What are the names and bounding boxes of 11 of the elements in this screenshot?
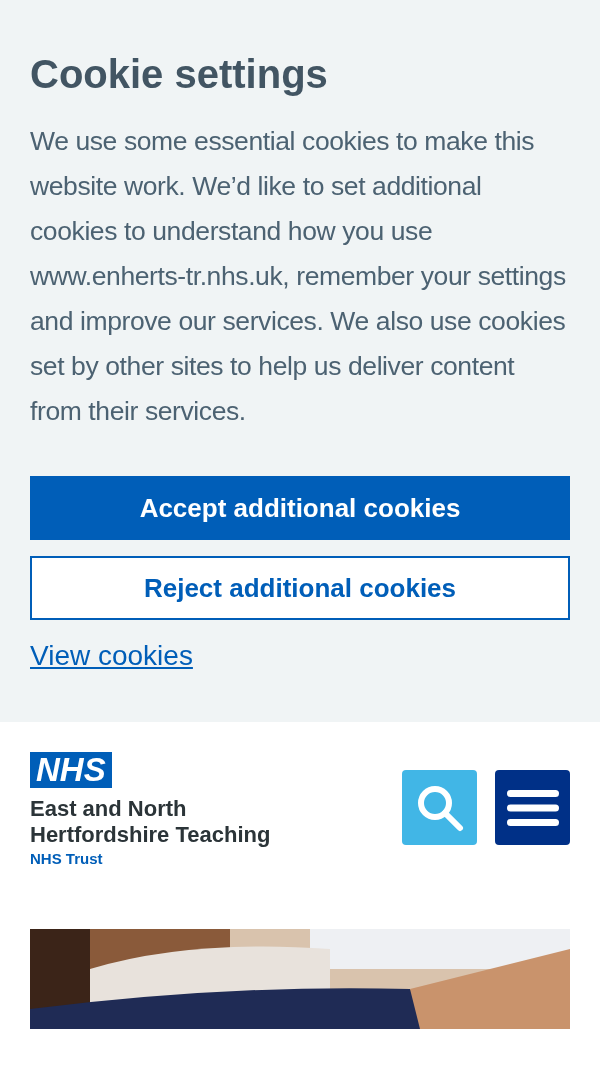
accept-button[interactable]: Accept additional cookies <box>30 476 570 540</box>
logo-mark: NHS <box>30 752 112 788</box>
menu-icon <box>506 789 559 826</box>
view-cookies-link[interactable]: View cookies <box>30 640 193 672</box>
banner-title: Cookie settings <box>30 52 329 97</box>
menu-button[interactable] <box>495 770 570 845</box>
reject-button[interactable]: Reject additional cookies <box>30 556 570 620</box>
banner-text: We use some essential cookies to make this website work. We’d like to set additional cookies to understand how you use www.enherts-tr.nhs.uk, remember your settings and improve our services. We also use cookies set by other sites to help us deliver content from their services. <box>30 125 567 428</box>
organisation-name: Hertfordshire Teaching <box>30 822 271 848</box>
trust-name: NHS Trust <box>30 850 103 867</box>
organisation-name: East and North <box>30 796 187 822</box>
